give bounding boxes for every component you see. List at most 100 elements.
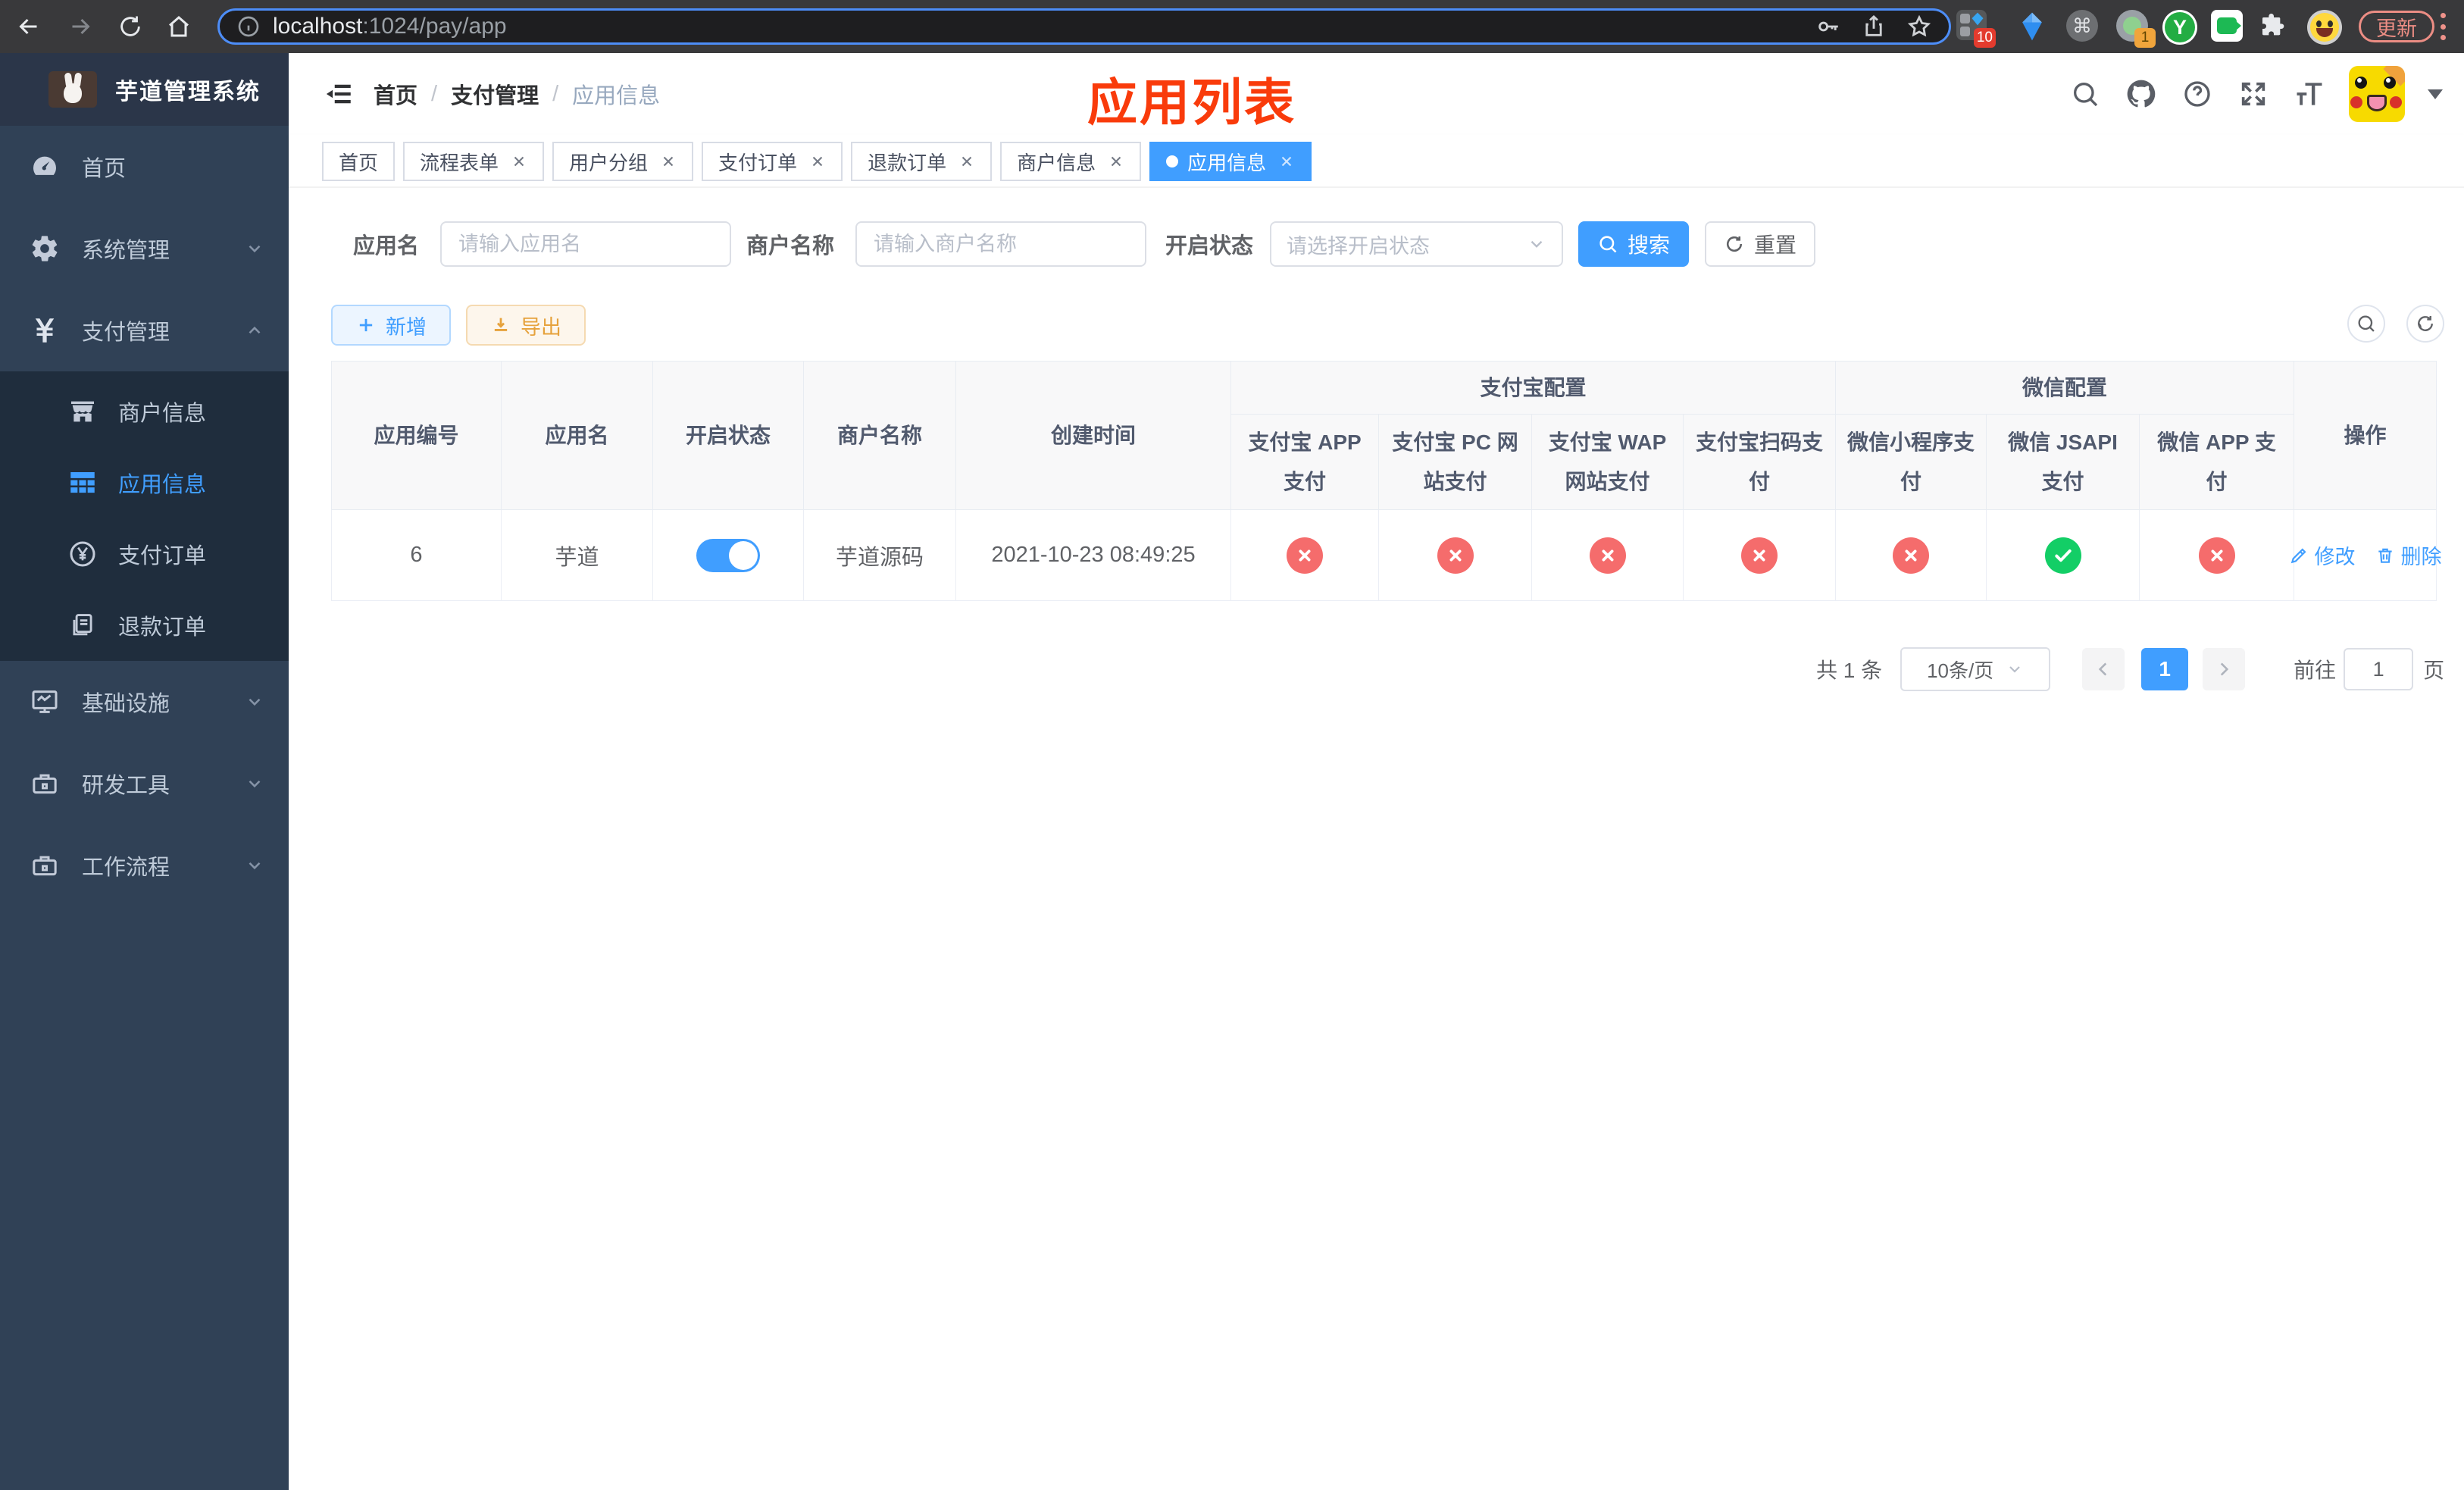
export-button[interactable]: 导出 — [466, 305, 586, 346]
search-button[interactable]: 搜索 — [1578, 221, 1690, 267]
user-avatar[interactable] — [2349, 66, 2405, 122]
screen: localhost:1024/pay/app 10 ⌘ 1 Y 更新 芋道管理系… — [0, 0, 2464, 1490]
disabled-cross-icon — [1437, 537, 1474, 574]
browser-reload-icon[interactable] — [114, 10, 147, 43]
prev-page-button[interactable] — [2082, 648, 2125, 690]
share-icon[interactable] — [1861, 14, 1887, 39]
site-info-icon[interactable] — [236, 14, 261, 39]
sidebar-item-merchant-info[interactable]: 商户信息 — [0, 376, 289, 447]
extension-icon-4[interactable]: 1 — [2116, 10, 2156, 48]
status-select[interactable]: 请选择开启状态 — [1270, 221, 1564, 267]
tab-label: 商户信息 — [1017, 151, 1096, 174]
extension-icon-2[interactable] — [2015, 10, 2049, 43]
sidebar-item-label: 退款订单 — [118, 615, 207, 640]
app-name-input[interactable] — [440, 221, 732, 267]
fullscreen-icon[interactable] — [2237, 77, 2270, 111]
tab-2[interactable]: 流程表单 — [403, 142, 545, 181]
browser-forward-icon[interactable] — [64, 10, 97, 43]
bookmark-star-icon[interactable] — [1906, 14, 1932, 39]
page-size-select[interactable]: 10条/页 — [1900, 647, 2051, 691]
tab-close-icon[interactable] — [660, 153, 677, 170]
extension-icon-5[interactable]: Y — [2162, 10, 2197, 45]
chevron-down-icon — [245, 774, 264, 794]
extension-icon-6[interactable] — [2211, 10, 2244, 43]
goto-suffix: 页 — [2423, 659, 2445, 682]
tab-close-icon[interactable] — [511, 153, 527, 170]
app-table: 应用编号 应用名 开启状态 商户名称 创建时间 支付宝配置 微信配置 操作 支付… — [331, 361, 2442, 601]
status-toggle[interactable] — [696, 538, 760, 572]
next-page-button[interactable] — [2203, 648, 2246, 690]
edit-link[interactable]: 修改 — [2289, 540, 2356, 570]
delete-link[interactable]: 删除 — [2375, 540, 2442, 570]
browser-update-button[interactable]: 更新 — [2359, 11, 2434, 42]
tabs-bar: 首页 流程表单 用户分组 支付订单 退款订单 商户信息 应用信息 — [289, 135, 2464, 188]
breadcrumb-home[interactable]: 首页 — [374, 78, 417, 110]
sub-col-5: 微信小程序支付 — [1835, 414, 1987, 510]
browser-menu-icon[interactable] — [2435, 11, 2450, 42]
extensions-puzzle-icon[interactable] — [2259, 10, 2292, 43]
avatar-caret-icon[interactable] — [2428, 89, 2443, 99]
extension-icon-3[interactable]: ⌘ — [2066, 10, 2100, 43]
add-button[interactable]: 新增 — [331, 305, 451, 346]
help-icon[interactable] — [2181, 77, 2214, 111]
coin-yen-icon — [65, 539, 100, 569]
breadcrumb-current: 应用信息 — [572, 84, 661, 108]
browser-back-icon[interactable] — [12, 10, 45, 43]
filter-form: 应用名 商户名称 开启状态 请选择开启状态 搜索 重置 — [353, 221, 1816, 267]
browser-profile-avatar[interactable] — [2307, 10, 2342, 45]
tab-1[interactable]: 首页 — [322, 142, 396, 181]
cell-config-1 — [1230, 509, 1379, 601]
sidebar-collapse-icon[interactable] — [322, 77, 355, 111]
breadcrumb-payment[interactable]: 支付管理 — [451, 78, 539, 110]
tab-close-icon[interactable] — [1108, 153, 1124, 170]
page-number-button[interactable]: 1 — [2141, 648, 2189, 690]
sidebar-item-home[interactable]: 首页 — [0, 126, 289, 208]
sidebar-item-app-info[interactable]: 应用信息 — [0, 447, 289, 518]
tab-5[interactable]: 退款订单 — [851, 142, 993, 181]
tab-close-icon[interactable] — [958, 153, 975, 170]
refresh-table-icon[interactable] — [2406, 305, 2444, 343]
tab-6[interactable]: 商户信息 — [1000, 142, 1142, 181]
chevron-down-icon — [245, 239, 264, 258]
col-app-id: 应用编号 — [331, 361, 502, 510]
sidebar-item-system[interactable]: 系统管理 — [0, 208, 289, 290]
sub-col-4: 支付宝扫码支付 — [1682, 414, 1837, 510]
browser-home-icon[interactable] — [162, 10, 195, 43]
tab-4[interactable]: 支付订单 — [702, 142, 843, 181]
sidebar-item-label: 系统管理 — [82, 239, 170, 263]
edit-pencil-icon — [2290, 547, 2306, 563]
sub-col-3: 支付宝 WAP 网站支付 — [1531, 414, 1684, 510]
col-app-name: 应用名 — [501, 361, 653, 510]
sidebar-item-infrastructure[interactable]: 基础设施 — [0, 661, 289, 743]
cell-created: 2021-10-23 08:49:25 — [955, 509, 1231, 601]
sidebar-item-workflow[interactable]: 工作流程 — [0, 825, 289, 906]
search-icon[interactable] — [2068, 77, 2102, 111]
font-size-icon[interactable] — [2293, 77, 2326, 111]
sub-col-2: 支付宝 PC 网站支付 — [1378, 414, 1532, 510]
enabled-check-icon — [2044, 537, 2081, 574]
github-icon[interactable] — [2125, 77, 2158, 111]
sidebar-item-payment[interactable]: 支付管理 — [0, 290, 289, 371]
disabled-cross-icon — [2198, 537, 2235, 574]
url-bar[interactable]: localhost:1024/pay/app — [217, 8, 1951, 45]
password-key-icon[interactable] — [1815, 14, 1841, 39]
active-tab-dot — [1166, 155, 1179, 167]
merchant-name-input[interactable] — [855, 221, 1147, 267]
app-logo[interactable]: 芋道管理系统 — [0, 53, 289, 126]
cell-merchant: 芋道源码 — [803, 509, 956, 601]
extension-icon-1[interactable]: 10 — [1956, 10, 1996, 48]
tab-label: 应用信息 — [1187, 151, 1267, 174]
refresh-icon — [1727, 236, 1743, 252]
show-search-icon[interactable] — [2347, 305, 2385, 343]
tab-7[interactable]: 应用信息 — [1149, 142, 1312, 181]
tab-close-icon[interactable] — [1278, 153, 1295, 170]
toolbox-icon — [27, 768, 62, 799]
reset-button[interactable]: 重置 — [1705, 221, 1816, 267]
sidebar-item-dev-tools[interactable]: 研发工具 — [0, 743, 289, 825]
tab-3[interactable]: 用户分组 — [552, 142, 694, 181]
sidebar-item-payment-orders[interactable]: 支付订单 — [0, 518, 289, 590]
goto-page-input[interactable] — [2344, 648, 2414, 690]
tab-close-icon[interactable] — [809, 153, 826, 170]
sidebar-item-refund-orders[interactable]: 退款订单 — [0, 590, 289, 661]
app-title: 芋道管理系统 — [115, 80, 261, 105]
